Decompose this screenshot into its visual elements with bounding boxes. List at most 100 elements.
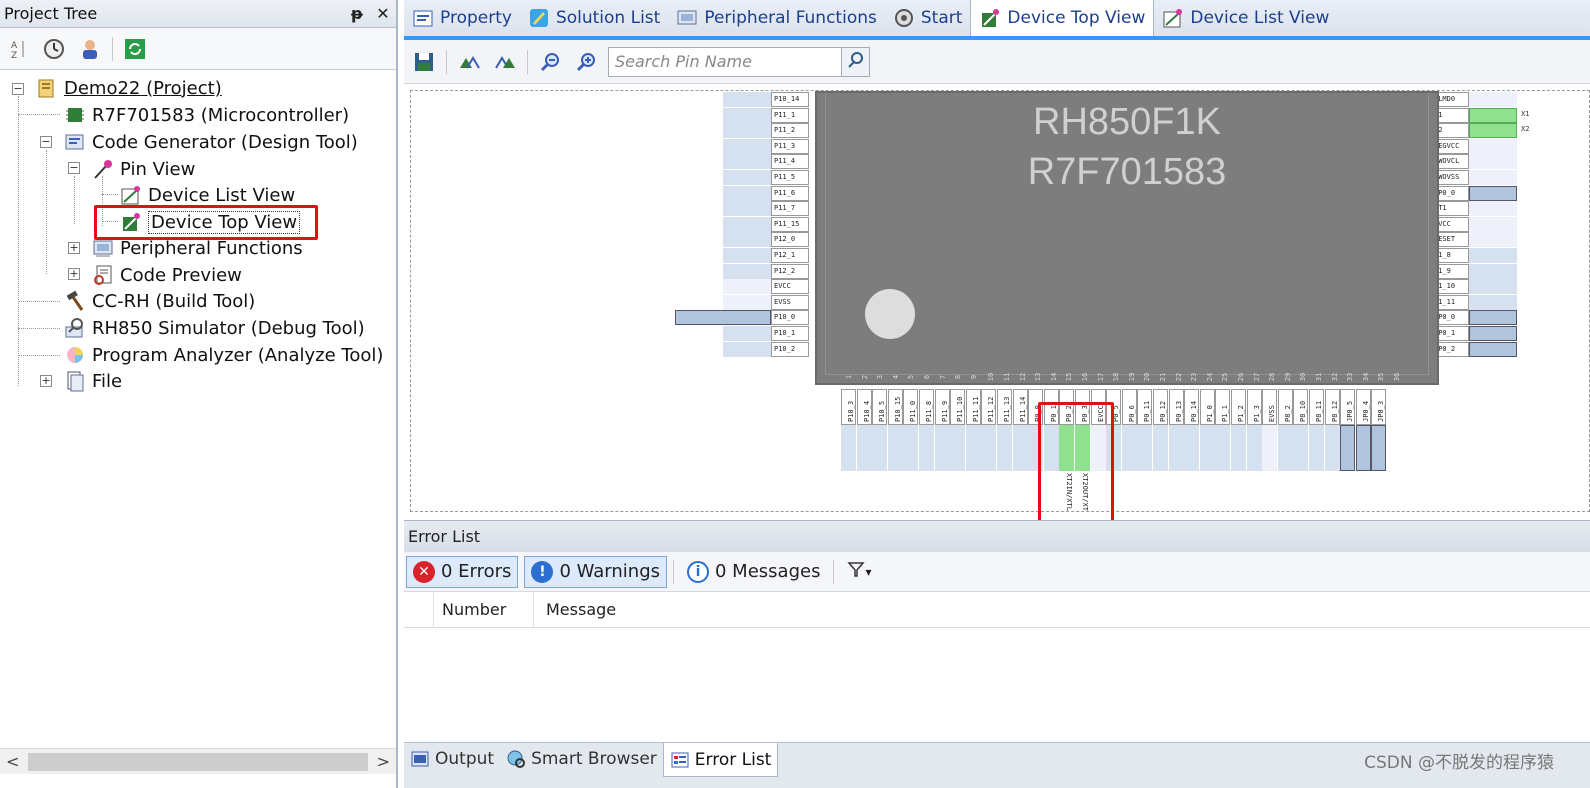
expand-toggle[interactable]: + (40, 375, 52, 387)
tree-node-pin-view[interactable]: Pin View (92, 156, 195, 182)
search-button[interactable] (842, 46, 870, 77)
device-pin[interactable]: 47JP0_0 (1417, 185, 1587, 201)
tree-node-project[interactable]: Demo22 (Project) (36, 75, 222, 101)
messages-filter-button[interactable]: i 0 Messages (680, 556, 827, 588)
device-pin[interactable]: P10_5 (872, 389, 888, 473)
error-list-panel: Error List ✕ 0 Errors ! 0 Warnings i 0 M… (404, 520, 1590, 742)
device-pin[interactable]: P10_4 (856, 389, 872, 473)
tree-node-label: Program Analyzer (Analyze Tool) (92, 344, 384, 366)
device-pin[interactable]: 41P1_10 (1417, 279, 1587, 295)
search-pin-input[interactable]: Search Pin Name (608, 46, 842, 77)
device-pin[interactable]: P8_12 (1324, 389, 1340, 473)
device-pin[interactable]: P11_8 (919, 389, 934, 473)
refresh-icon[interactable] (121, 35, 149, 63)
collapse-toggle[interactable]: − (68, 162, 80, 174)
device-pin[interactable]: P0_11 (1137, 389, 1153, 473)
tab-device-list-view[interactable]: Device List View (1154, 0, 1337, 36)
device-pin[interactable]: P0_13 (1168, 389, 1184, 473)
clock-icon[interactable] (40, 35, 68, 63)
close-panel-icon[interactable]: ✕ (370, 4, 396, 23)
warnings-filter-button[interactable]: ! 0 Warnings (524, 555, 667, 588)
device-pin[interactable]: P1_1 (1215, 389, 1231, 473)
pin-name-label: P11_1 (771, 107, 809, 123)
tab-smart-browser[interactable]: Smart Browser (500, 743, 663, 775)
device-pin[interactable]: EVSS (1262, 389, 1278, 473)
save-icon[interactable] (410, 48, 438, 76)
device-pin[interactable]: 40P1_11 (1417, 294, 1587, 310)
pin-name-label: EVSS (1268, 405, 1277, 422)
tree-node-file[interactable]: File (64, 368, 122, 394)
column-message-header[interactable]: Message (534, 600, 616, 619)
tab-start[interactable]: Start (885, 0, 971, 36)
collapse-toggle[interactable]: − (40, 136, 52, 148)
device-pin[interactable]: 51X2X2 (1417, 123, 1587, 139)
device-pin[interactable]: 38JP0_1 (1417, 326, 1587, 341)
device-pin[interactable]: P10_15 (887, 389, 903, 473)
zoom-out-icon[interactable] (536, 48, 564, 76)
device-pin[interactable]: JP0_4 (1355, 389, 1371, 473)
tab-device-top-view[interactable]: Device Top View (970, 0, 1155, 36)
device-pin[interactable]: 50REGVCC (1417, 138, 1587, 154)
tab-output[interactable]: Output (404, 743, 500, 775)
scroll-left-arrow[interactable]: < (6, 752, 19, 771)
device-pin[interactable]: JP0_5 (1340, 389, 1356, 473)
tab-error-list[interactable]: Error List (662, 743, 779, 777)
expand-toggle[interactable]: + (68, 268, 80, 280)
tree-node-code-generator[interactable]: Code Generator (Design Tool) (64, 129, 358, 155)
tree-node-microcontroller[interactable]: R7F701583 (Microcontroller) (64, 102, 349, 128)
rotate-left-icon[interactable] (455, 48, 483, 76)
device-pin[interactable]: 43P1_8 (1417, 248, 1587, 263)
device-pin[interactable]: 48AWOVSS (1417, 170, 1587, 185)
tab-solution-list[interactable]: Solution List (520, 0, 668, 36)
tab-property[interactable]: Property (404, 0, 520, 36)
device-pin[interactable]: 44RESET (1417, 232, 1587, 248)
errors-filter-button[interactable]: ✕ 0 Errors (406, 555, 519, 588)
scroll-right-arrow[interactable]: > (377, 752, 390, 771)
device-pin[interactable]: P11_10 (950, 389, 966, 473)
scrollbar-thumb[interactable] (28, 753, 368, 771)
device-pin[interactable]: P0_6 (1121, 389, 1137, 473)
device-pin[interactable]: P11_13 (997, 389, 1012, 473)
tab-peripheral-functions[interactable]: Peripheral Functions (668, 0, 885, 36)
device-pin[interactable]: 53FLMD0 (1417, 92, 1587, 107)
device-pin[interactable]: 46XT1 (1417, 201, 1587, 217)
expand-toggle[interactable]: + (68, 242, 80, 254)
device-pin[interactable]: P1_2 (1231, 389, 1246, 473)
device-pin[interactable]: 49AWOVCL (1417, 154, 1587, 170)
collapse-toggle[interactable]: − (12, 83, 24, 95)
rotate-right-icon[interactable] (491, 48, 519, 76)
device-pin[interactable]: P11_14 (1012, 389, 1028, 473)
zoom-in-icon[interactable] (572, 48, 600, 76)
pin-number-label: 11 (1003, 372, 1012, 382)
device-pin[interactable]: P11_12 (981, 389, 997, 473)
sort-icon[interactable]: AZ (4, 35, 32, 63)
device-pin[interactable]: 37JP0_2 (1417, 341, 1587, 357)
filter-dropdown[interactable]: ▾ (840, 556, 878, 588)
device-pin[interactable]: P8_2 (1277, 389, 1293, 473)
device-pin[interactable]: 39JP0_0 (1417, 310, 1587, 326)
tree-node-build-tool[interactable]: CC-RH (Build Tool) (64, 288, 255, 314)
device-pin[interactable]: 42P1_9 (1417, 263, 1587, 279)
user-icon[interactable] (76, 35, 104, 63)
device-pin[interactable]: 45EVCC (1417, 216, 1587, 232)
device-pin[interactable]: JP0_3 (1371, 389, 1387, 473)
device-pin[interactable]: P10_3 (841, 389, 856, 473)
device-pin[interactable]: P1_3 (1246, 389, 1262, 473)
tree-node-debug-tool[interactable]: RH850 Simulator (Debug Tool) (64, 315, 365, 341)
column-number-header[interactable]: Number (434, 591, 534, 628)
device-pin[interactable]: P1_0 (1199, 389, 1215, 473)
device-pin[interactable]: 52X1X1 (1417, 107, 1587, 123)
device-pin[interactable]: P0_14 (1184, 389, 1200, 473)
tree-node-analyze-tool[interactable]: Program Analyzer (Analyze Tool) (64, 342, 383, 368)
device-pin[interactable]: P11_9 (934, 389, 950, 473)
device-pin[interactable]: P11_0 (903, 389, 919, 473)
device-pin[interactable]: P11_11 (965, 389, 981, 473)
device-pin[interactable]: P0_12 (1153, 389, 1168, 473)
pin-panel-icon[interactable]: ᵽ (344, 4, 370, 23)
pin-number-label: 33 (1346, 372, 1355, 382)
device-pin[interactable]: P8_10 (1293, 389, 1309, 473)
device-pin[interactable]: P8_11 (1309, 389, 1324, 473)
horizontal-scrollbar[interactable]: < > (0, 748, 396, 774)
tree-node-code-preview[interactable]: Code Preview (92, 262, 242, 288)
pin-name-label: P10_4 (862, 400, 871, 422)
